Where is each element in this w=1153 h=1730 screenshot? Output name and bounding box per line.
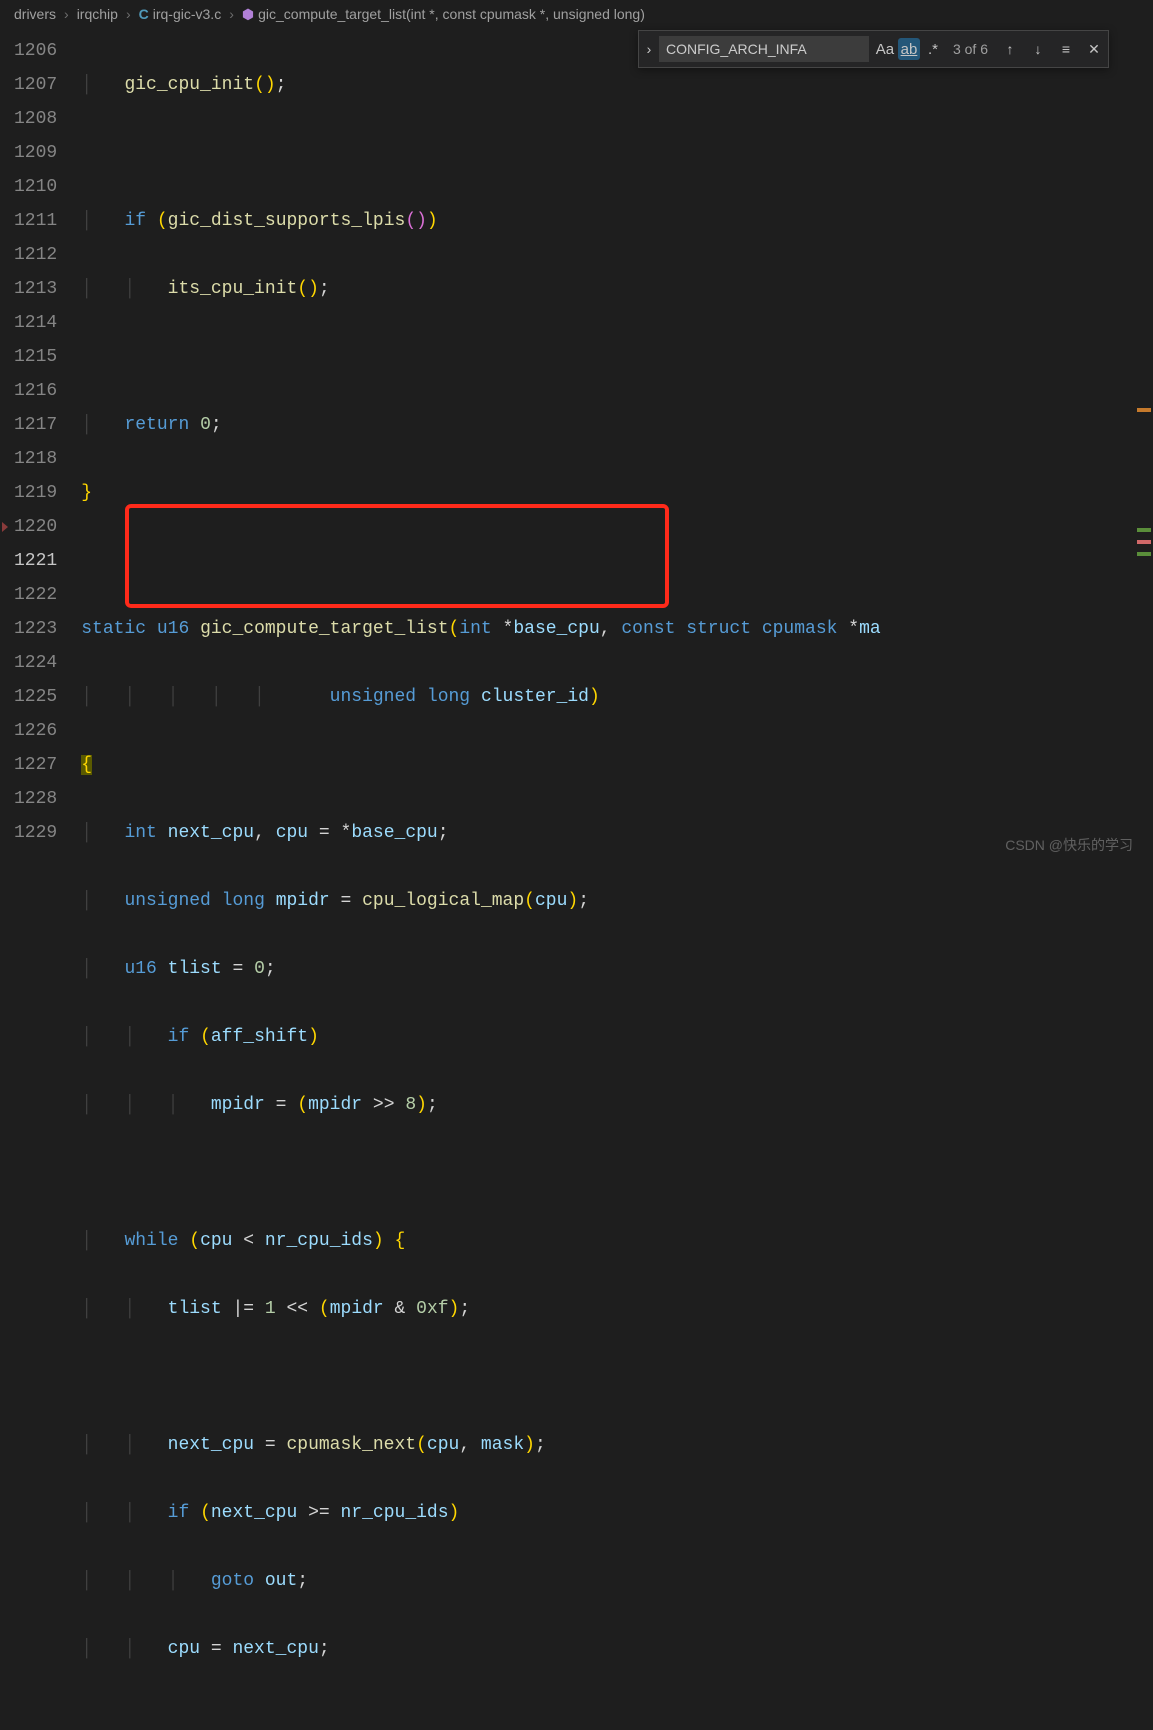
line-number: 1226 <box>14 714 57 748</box>
code-line[interactable]: static u16 gic_compute_target_list(int *… <box>81 612 1153 646</box>
code-line[interactable]: │ gic_cpu_init(); <box>81 68 1153 102</box>
code-line[interactable]: │ │ tlist |= 1 << (mpidr & 0xf); <box>81 1292 1153 1326</box>
line-number: 1218 <box>14 442 57 476</box>
find-expand-toggle[interactable]: › <box>639 31 659 67</box>
minimap[interactable] <box>1131 28 1153 865</box>
code-line[interactable] <box>81 1360 1153 1394</box>
line-number: 1215 <box>14 340 57 374</box>
chevron-right-icon: › <box>60 6 73 22</box>
find-selection-button[interactable]: ≡ <box>1054 37 1078 61</box>
code-line[interactable]: │ │ if (next_cpu >= nr_cpu_ids) <box>81 1496 1153 1530</box>
line-number: 1225 <box>14 680 57 714</box>
code-line[interactable] <box>81 1156 1153 1190</box>
line-number: 1228 <box>14 782 57 816</box>
code-line[interactable]: │ int next_cpu, cpu = *base_cpu; <box>81 816 1153 850</box>
line-number: 1206 <box>14 34 57 68</box>
minimap-marker <box>1137 552 1151 556</box>
line-number: 1217 <box>14 408 57 442</box>
code-line[interactable]: │ │ │ goto out; <box>81 1564 1153 1598</box>
line-number: 1224 <box>14 646 57 680</box>
c-file-icon: C <box>139 6 149 22</box>
breakpoint-marker-icon[interactable] <box>2 522 8 532</box>
line-number: 1212 <box>14 238 57 272</box>
find-input-value: CONFIG_ARCH_INFA <box>666 41 807 57</box>
breadcrumb-folder[interactable]: drivers <box>14 6 56 22</box>
match-whole-word-toggle[interactable]: ab <box>898 38 920 60</box>
regex-toggle[interactable]: .* <box>922 38 944 60</box>
line-number: 1210 <box>14 170 57 204</box>
code-line[interactable] <box>81 544 1153 578</box>
line-number: 1214 <box>14 306 57 340</box>
line-number: 1227 <box>14 748 57 782</box>
code-line[interactable]: │ if (gic_dist_supports_lpis()) <box>81 204 1153 238</box>
line-number: 1219 <box>14 476 57 510</box>
minimap-marker <box>1137 540 1151 544</box>
code-line[interactable]: │ unsigned long mpidr = cpu_logical_map(… <box>81 884 1153 918</box>
line-number: 1216 <box>14 374 57 408</box>
code-line[interactable]: │ │ if (aff_shift) <box>81 1020 1153 1054</box>
code-editor[interactable]: 1206 1207 1208 1209 1210 1211 1212 1213 … <box>0 28 1153 865</box>
line-number: 1211 <box>14 204 57 238</box>
code-line[interactable]: │ return 0; <box>81 408 1153 442</box>
code-area[interactable]: │ gic_cpu_init(); │ if (gic_dist_support… <box>81 28 1153 865</box>
find-results-count: 3 of 6 <box>953 41 988 57</box>
code-line[interactable]: │ │ │ │ │ unsigned long cluster_id) <box>81 680 1153 714</box>
code-line[interactable] <box>81 340 1153 374</box>
code-line[interactable]: │ u16 tlist = 0; <box>81 952 1153 986</box>
line-number: 1209 <box>14 136 57 170</box>
breadcrumb-file[interactable]: irq-gic-v3.c <box>153 6 221 22</box>
line-number: 1208 <box>14 102 57 136</box>
find-widget: › CONFIG_ARCH_INFA Aa ab .* 3 of 6 ↑ ↓ ≡… <box>638 30 1109 68</box>
line-number: 1220 <box>14 510 57 544</box>
minimap-marker <box>1137 528 1151 532</box>
code-line[interactable]: │ while (cpu < nr_cpu_ids) { <box>81 1224 1153 1258</box>
find-next-button[interactable]: ↓ <box>1026 37 1050 61</box>
line-number: 1221 <box>14 544 57 578</box>
find-close-button[interactable]: ✕ <box>1082 37 1106 61</box>
code-line[interactable]: { <box>81 748 1153 782</box>
breadcrumb-symbol[interactable]: gic_compute_target_list(int *, const cpu… <box>258 6 645 22</box>
code-line[interactable]: │ │ cpu = next_cpu; <box>81 1632 1153 1666</box>
chevron-right-icon: › <box>122 6 135 22</box>
code-line[interactable]: } <box>81 476 1153 510</box>
code-line[interactable]: │ │ next_cpu = cpumask_next(cpu, mask); <box>81 1428 1153 1462</box>
minimap-marker <box>1137 408 1151 412</box>
code-line[interactable] <box>81 136 1153 170</box>
find-input[interactable]: CONFIG_ARCH_INFA <box>659 36 869 62</box>
code-line[interactable]: │ │ │ mpidr = (mpidr >> 8); <box>81 1088 1153 1122</box>
chevron-right-icon: › <box>225 6 238 22</box>
match-case-toggle[interactable]: Aa <box>874 38 896 60</box>
line-number: 1207 <box>14 68 57 102</box>
line-number: 1222 <box>14 578 57 612</box>
symbol-method-icon: ⬢ <box>242 6 254 23</box>
find-prev-button[interactable]: ↑ <box>998 37 1022 61</box>
breadcrumb[interactable]: drivers › irqchip › C irq-gic-v3.c › ⬢ g… <box>0 0 1153 28</box>
code-line[interactable]: │ │ its_cpu_init(); <box>81 272 1153 306</box>
line-number: 1213 <box>14 272 57 306</box>
line-number-gutter: 1206 1207 1208 1209 1210 1211 1212 1213 … <box>0 28 81 865</box>
breadcrumb-folder[interactable]: irqchip <box>77 6 118 22</box>
line-number: 1229 <box>14 816 57 850</box>
line-number: 1223 <box>14 612 57 646</box>
